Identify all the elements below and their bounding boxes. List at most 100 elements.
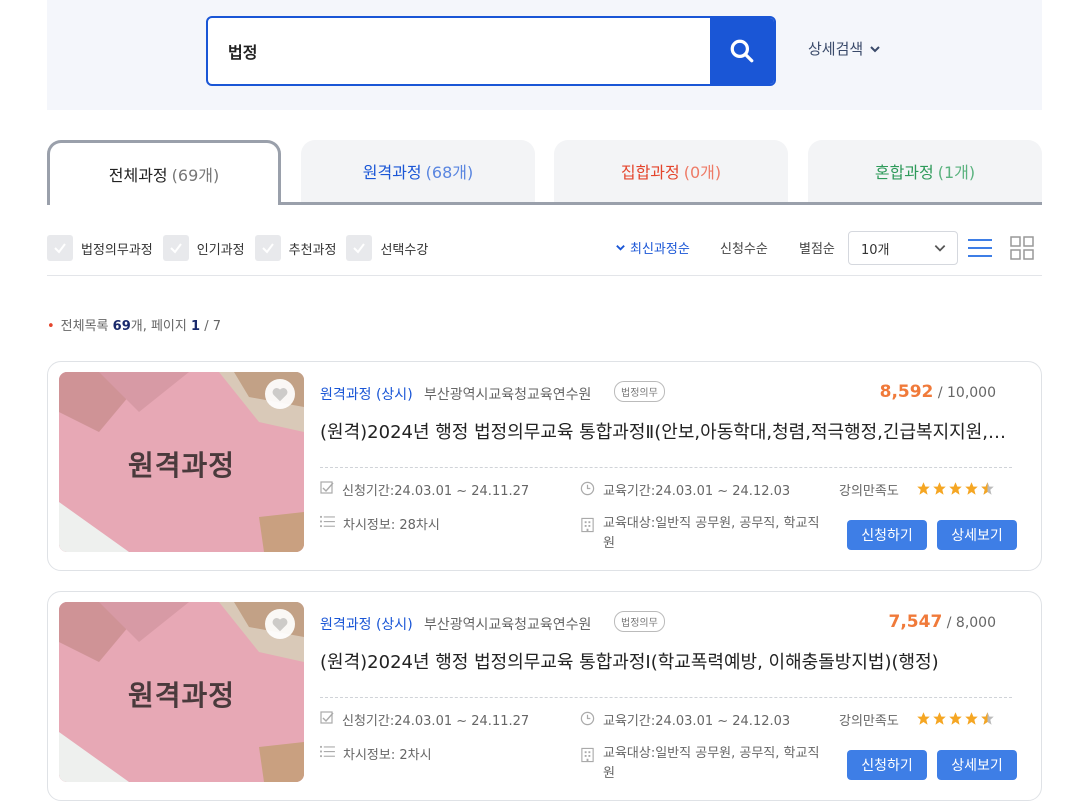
checkbox-icon bbox=[320, 481, 334, 494]
list-icon bbox=[320, 515, 335, 528]
result-summary: • 전체목록 69개, 페이지 1 / 7 bbox=[47, 315, 221, 334]
star-icon bbox=[917, 712, 930, 725]
enrolled-count: 7,547 bbox=[888, 612, 943, 632]
tab-all[interactable]: 전체과정 (69개) bbox=[47, 140, 281, 205]
checkbox-label: 법정의무과정 bbox=[81, 242, 153, 258]
detail-button[interactable]: 상세보기 bbox=[937, 520, 1017, 550]
star-icon bbox=[965, 482, 978, 495]
building-icon bbox=[581, 517, 594, 533]
advanced-search-toggle[interactable]: 상세검색 bbox=[808, 38, 881, 59]
tab-blended[interactable]: 혼합과정 (1개) bbox=[808, 140, 1042, 202]
tab-remote[interactable]: 원격과정 (68개) bbox=[301, 140, 535, 202]
mandatory-badge: 법정의무 bbox=[614, 611, 665, 632]
detail-button[interactable]: 상세보기 bbox=[937, 750, 1017, 780]
target-text: 교육대상:일반직 공무원, 공무직, 학교직원 bbox=[603, 746, 820, 781]
target-text: 교육대상:일반직 공무원, 공무직, 학교직원 bbox=[603, 516, 820, 551]
sort-label: 최신과정순 bbox=[630, 242, 690, 257]
course-category: 원격과정 (상시) bbox=[320, 387, 413, 403]
apply-period: 신청기간:24.03.01 ~ 24.11.27 bbox=[320, 480, 529, 499]
rating-stars bbox=[916, 481, 995, 496]
page-size-select[interactable]: 10개 bbox=[848, 231, 958, 265]
star-icon bbox=[933, 712, 946, 725]
tab-label: 전체과정 bbox=[108, 166, 168, 185]
page-size-value: 10개 bbox=[861, 242, 890, 258]
checkbox[interactable] bbox=[346, 235, 373, 261]
checkbox[interactable] bbox=[47, 235, 73, 261]
check-icon bbox=[261, 243, 274, 254]
chevron-down-icon bbox=[616, 245, 625, 251]
star-icon bbox=[949, 712, 962, 725]
tab-count: (68개) bbox=[425, 163, 474, 182]
course-card: 원격과정 원격과정 (상시) 부산광역시교육청교육연수원 법정의무 7,547 … bbox=[47, 591, 1042, 801]
dashed-divider bbox=[320, 467, 1012, 468]
sort-label: 별점순 bbox=[799, 242, 835, 257]
target-info: 교육대상:일반직 공무원, 공무직, 학교직원 bbox=[580, 744, 830, 784]
star-icon bbox=[965, 712, 978, 725]
course-card: 원격과정 원격과정 (상시) 부산광역시교육청교육연수원 법정의무 8,592 … bbox=[47, 361, 1042, 571]
edu-period: 교육기간:24.03.01 ~ 24.12.03 bbox=[580, 480, 790, 499]
sort-applicants[interactable]: 신청수순 bbox=[720, 238, 768, 257]
grid-view-icon[interactable] bbox=[1010, 236, 1034, 260]
apply-period-text: 신청기간:24.03.01 ~ 24.11.27 bbox=[342, 484, 530, 499]
checkbox[interactable] bbox=[254, 235, 281, 261]
sort-latest[interactable]: 최신과정순 bbox=[615, 238, 690, 257]
chevron-down-icon bbox=[870, 45, 880, 52]
rating-label: 강의만족도 bbox=[839, 714, 899, 729]
course-organization: 부산광역시교육청교육연수원 bbox=[424, 617, 592, 633]
summary-pages: / 7 bbox=[204, 319, 221, 334]
rating-stars bbox=[916, 711, 995, 726]
star-icon bbox=[917, 482, 930, 495]
favorite-button[interactable] bbox=[265, 609, 295, 639]
tab-count: (69개) bbox=[171, 166, 220, 185]
tab-group[interactable]: 집합과정 (0개) bbox=[554, 140, 788, 202]
check-icon bbox=[54, 243, 66, 254]
checkbox-icon bbox=[320, 711, 334, 724]
tab-label: 혼합과정 bbox=[874, 163, 934, 182]
apply-period: 신청기간:24.03.01 ~ 24.11.27 bbox=[320, 710, 529, 729]
favorite-button[interactable] bbox=[265, 379, 295, 409]
course-organization: 부산광역시교육청교육연수원 bbox=[424, 387, 592, 403]
apply-period-text: 신청기간:24.03.01 ~ 24.11.27 bbox=[342, 714, 530, 729]
filter-mandatory[interactable]: 법정의무과정 bbox=[47, 235, 153, 261]
bullet-dot: • bbox=[47, 319, 55, 334]
search-button[interactable] bbox=[710, 18, 774, 84]
edu-period-text: 교육기간:24.03.01 ~ 24.12.03 bbox=[603, 714, 791, 729]
summary-unit: 개, 페이지 bbox=[130, 319, 187, 334]
course-type-tabs: 전체과정 (69개) 원격과정 (68개) 집합과정 (0개) 혼합과정 (1개) bbox=[47, 140, 1042, 205]
filter-checkboxes: 법정의무과정 인기과정 추천과정 선택수강 bbox=[47, 232, 438, 264]
checkbox-label: 인기과정 bbox=[196, 242, 245, 258]
target-info: 교육대상:일반직 공무원, 공무직, 학교직원 bbox=[580, 514, 830, 554]
summary-label: 전체목록 bbox=[60, 319, 109, 334]
check-icon bbox=[353, 243, 366, 254]
apply-button[interactable]: 신청하기 bbox=[847, 750, 927, 780]
sort-rating[interactable]: 별점순 bbox=[799, 238, 835, 257]
filter-recommended[interactable]: 추천과정 bbox=[254, 235, 337, 261]
checkbox-label: 추천과정 bbox=[288, 242, 337, 258]
clock-icon bbox=[580, 711, 595, 726]
filter-popular[interactable]: 인기과정 bbox=[162, 235, 245, 261]
sort-label: 신청수순 bbox=[720, 242, 768, 257]
course-title[interactable]: (원격)2024년 행정 법정의무교육 통합과정Ⅱ(안보,아동학대,청렴,적극행… bbox=[320, 418, 1010, 444]
apply-button[interactable]: 신청하기 bbox=[847, 520, 927, 550]
enrollment-count: 7,547 / 8,000 bbox=[889, 612, 996, 632]
filter-elective[interactable]: 선택수강 bbox=[346, 235, 428, 261]
star-icon bbox=[949, 482, 962, 495]
star-icon bbox=[933, 482, 946, 495]
course-category: 원격과정 (상시) bbox=[320, 617, 413, 633]
search-input[interactable] bbox=[208, 18, 710, 84]
advanced-search-label: 상세검색 bbox=[808, 40, 864, 58]
list-view-icon[interactable] bbox=[968, 236, 992, 260]
tab-label: 집합과정 bbox=[620, 163, 680, 182]
course-thumbnail[interactable]: 원격과정 bbox=[59, 372, 304, 552]
building-icon bbox=[581, 747, 594, 763]
search-icon bbox=[730, 39, 754, 63]
checkbox[interactable] bbox=[162, 235, 189, 261]
capacity: / 8,000 bbox=[946, 615, 996, 631]
rating-label: 강의만족도 bbox=[839, 484, 899, 499]
thumbnail-text: 원격과정 bbox=[127, 449, 236, 482]
heart-icon bbox=[272, 388, 288, 402]
enrolled-count: 8,592 bbox=[879, 382, 934, 402]
course-thumbnail[interactable]: 원격과정 bbox=[59, 602, 304, 782]
course-title[interactable]: (원격)2024년 행정 법정의무교육 통합과정Ⅰ(학교폭력예방, 이해충돌방지… bbox=[320, 648, 1010, 674]
edu-period-text: 교육기간:24.03.01 ~ 24.12.03 bbox=[603, 484, 791, 499]
